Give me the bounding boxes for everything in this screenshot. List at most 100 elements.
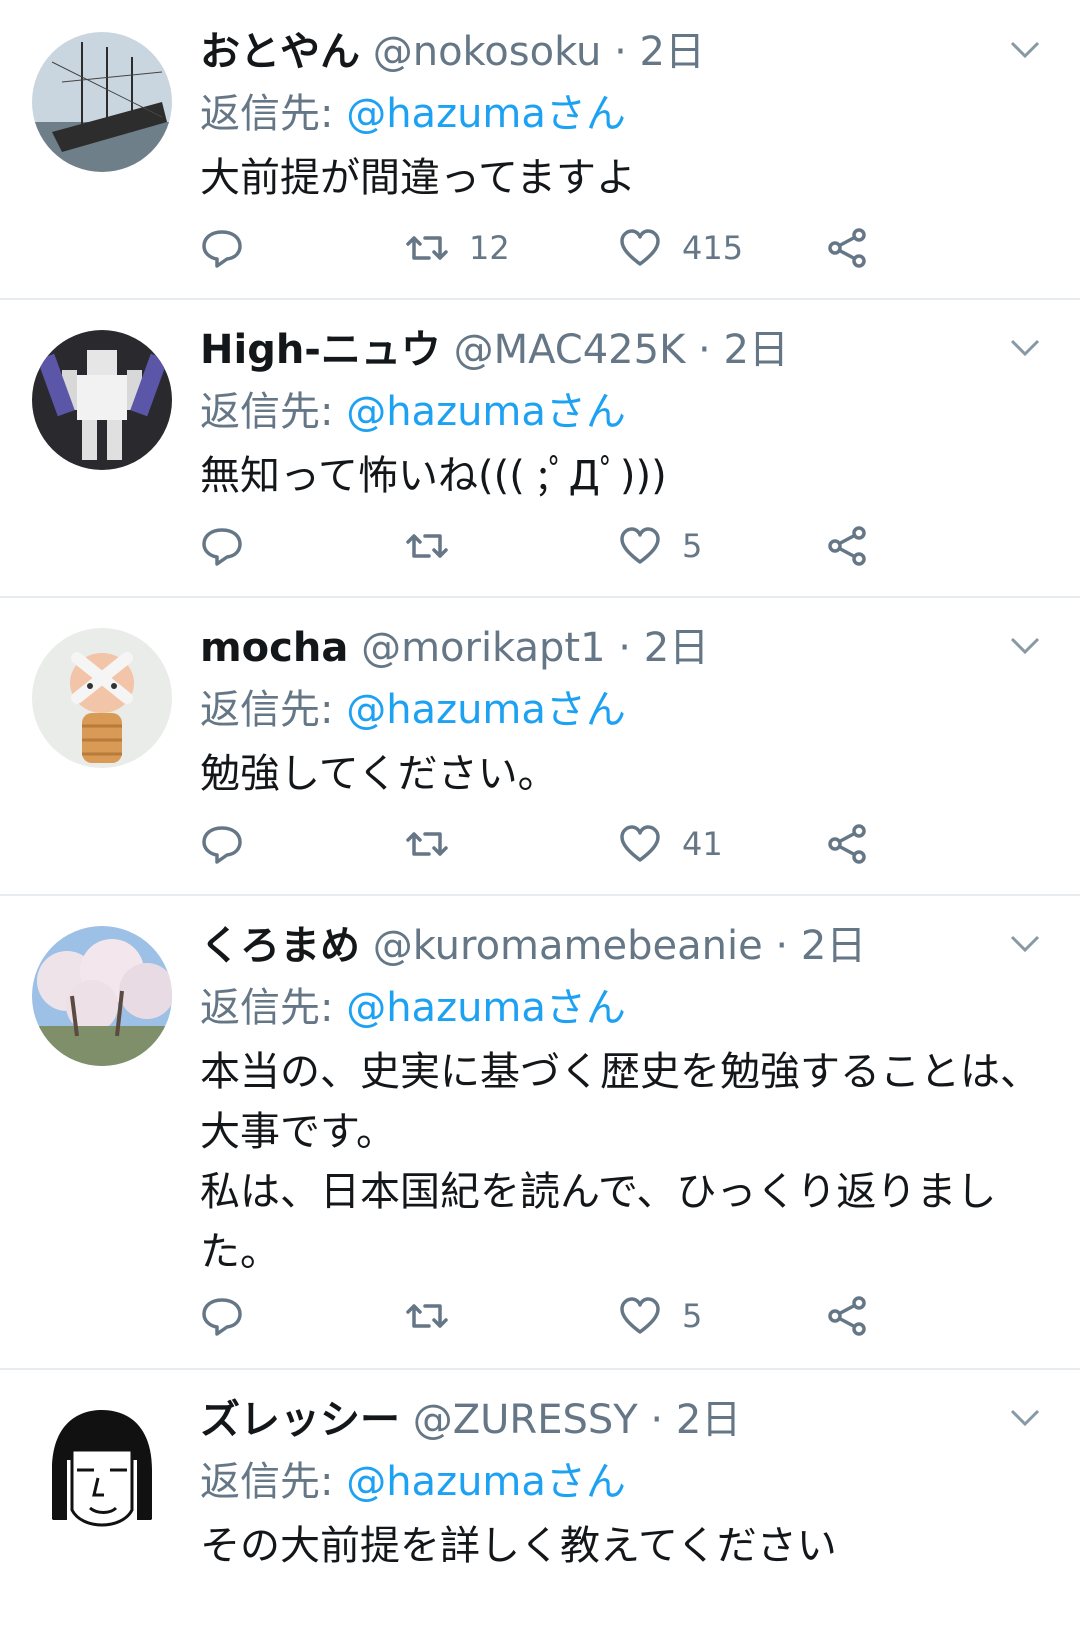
avatar[interactable] — [32, 926, 172, 1066]
reply-prefix: 返信先: — [200, 687, 334, 733]
share-icon — [828, 824, 866, 864]
user-handle[interactable]: @kuromamebeanie — [373, 923, 763, 969]
tweet-text: その大前提を詳しく教えてください — [200, 1523, 837, 1569]
display-name[interactable]: mocha — [200, 625, 348, 671]
like-button[interactable]: 41 — [618, 822, 723, 866]
reply-to-line: 返信先: @hazumaさん — [200, 684, 1040, 736]
reply-icon — [202, 528, 242, 566]
display-name[interactable]: おとやん — [200, 29, 360, 75]
reply-prefix: 返信先: — [200, 389, 334, 435]
retweet-icon — [406, 236, 448, 260]
like-count: 5 — [682, 527, 703, 565]
tweet-actions: 5 — [200, 1294, 920, 1344]
like-button[interactable]: 415 — [618, 226, 743, 270]
tweet[interactable]: おとやん @nokosoku · 2日 返信先: @hazumaさん 大前提が間… — [0, 0, 1080, 300]
tweet-text: 勉強してください。 — [200, 751, 558, 797]
share-icon — [828, 526, 866, 566]
chevron-down-icon[interactable] — [1010, 338, 1040, 358]
timestamp[interactable]: 2日 — [640, 29, 705, 75]
display-name[interactable]: くろまめ — [200, 923, 360, 969]
heart-icon — [620, 825, 660, 862]
tweet-text: 大前提が間違ってますよ — [200, 155, 636, 201]
retweet-button[interactable]: 12 — [405, 226, 510, 270]
ship-photo-avatar — [32, 32, 172, 172]
reply-to-line: 返信先: @hazumaさん — [200, 982, 1040, 1034]
reply-icon — [202, 230, 242, 268]
like-count: 5 — [682, 1297, 703, 1335]
tweet[interactable]: High-ニュウ @MAC425K · 2日 返信先: @hazumaさん 無知… — [0, 300, 1080, 598]
timestamp[interactable]: 2日 — [801, 923, 866, 969]
tweet-text: 本当の、史実に基づく歴史を勉強することは、大事です。 私は、日本国紀を読んで、ひ… — [200, 1049, 1040, 1275]
reply-mention-link[interactable]: @hazumaさん — [346, 687, 626, 733]
user-handle[interactable]: @ZURESSY — [413, 1397, 638, 1443]
doll-figure-avatar — [32, 628, 172, 768]
tweet[interactable]: mocha @morikapt1 · 2日 返信先: @hazumaさん 勉強し… — [0, 598, 1080, 896]
like-button[interactable]: 5 — [618, 524, 702, 568]
retweet-button[interactable] — [405, 524, 469, 568]
reply-mention-link[interactable]: @hazumaさん — [346, 985, 626, 1031]
user-handle[interactable]: @MAC425K — [454, 327, 686, 373]
like-count: 41 — [682, 825, 723, 863]
share-button[interactable] — [825, 226, 869, 270]
avatar[interactable] — [32, 1400, 172, 1540]
like-button[interactable]: 5 — [618, 1294, 702, 1338]
share-icon — [828, 1296, 866, 1336]
user-handle[interactable]: @nokosoku — [373, 29, 602, 75]
robot-model-photo-avatar — [32, 330, 172, 470]
retweet-count: 12 — [469, 229, 510, 267]
separator: · — [650, 1397, 664, 1443]
separator: · — [614, 29, 627, 75]
tweet[interactable]: くろまめ @kuromamebeanie · 2日 返信先: @hazumaさん… — [0, 896, 1080, 1370]
reply-to-line: 返信先: @hazumaさん — [200, 88, 1040, 140]
drawn-face-avatar — [32, 1400, 172, 1540]
tweet-text: 無知って怖いね((( ;ﾟДﾟ))) — [200, 453, 667, 499]
reply-button[interactable] — [200, 226, 264, 270]
chevron-down-icon[interactable] — [1010, 934, 1040, 954]
retweet-icon — [406, 534, 448, 558]
reply-mention-link[interactable]: @hazumaさん — [346, 389, 626, 435]
tweet[interactable]: ズレッシー @ZURESSY · 2日 返信先: @hazumaさん その大前提… — [0, 1370, 1080, 1646]
reply-to-line: 返信先: @hazumaさん — [200, 386, 1040, 438]
reply-button[interactable] — [200, 524, 264, 568]
share-icon — [828, 228, 866, 268]
tweet-header: おとやん @nokosoku · 2日 — [200, 26, 1040, 78]
display-name[interactable]: ズレッシー — [200, 1397, 400, 1443]
chevron-down-icon[interactable] — [1010, 636, 1040, 656]
avatar[interactable] — [32, 32, 172, 172]
share-button[interactable] — [825, 822, 869, 866]
separator: · — [775, 923, 789, 969]
tweet-actions: 12 415 — [200, 226, 920, 276]
like-count: 415 — [682, 229, 744, 267]
reply-button[interactable] — [200, 822, 264, 866]
reply-prefix: 返信先: — [200, 91, 334, 137]
chevron-down-icon[interactable] — [1010, 40, 1040, 60]
retweet-icon — [406, 1304, 448, 1328]
avatar[interactable] — [32, 628, 172, 768]
reply-prefix: 返信先: — [200, 985, 334, 1031]
timestamp[interactable]: 2日 — [723, 327, 788, 373]
tweet-actions: 41 — [200, 822, 920, 872]
chevron-down-icon[interactable] — [1010, 1408, 1040, 1428]
timestamp[interactable]: 2日 — [644, 625, 709, 671]
avatar[interactable] — [32, 330, 172, 470]
retweet-button[interactable] — [405, 822, 469, 866]
reply-mention-link[interactable]: @hazumaさん — [346, 91, 626, 137]
share-button[interactable] — [825, 1294, 869, 1338]
cherry-blossom-photo-avatar — [32, 926, 172, 1066]
timestamp[interactable]: 2日 — [676, 1397, 741, 1443]
display-name[interactable]: High-ニュウ — [200, 327, 441, 373]
tweet-actions: 5 — [200, 524, 920, 574]
share-button[interactable] — [825, 524, 869, 568]
tweet-header: くろまめ @kuromamebeanie · 2日 — [200, 920, 1040, 972]
reply-button[interactable] — [200, 1294, 264, 1338]
separator: · — [618, 625, 631, 671]
heart-icon — [620, 1297, 660, 1334]
reply-icon — [202, 826, 242, 864]
retweet-icon — [406, 832, 448, 856]
separator: · — [698, 327, 711, 373]
tweet-header: mocha @morikapt1 · 2日 — [200, 622, 1040, 674]
reply-mention-link[interactable]: @hazumaさん — [346, 1459, 626, 1505]
user-handle[interactable]: @morikapt1 — [361, 625, 606, 671]
reply-icon — [202, 1298, 242, 1336]
retweet-button[interactable] — [405, 1294, 469, 1338]
